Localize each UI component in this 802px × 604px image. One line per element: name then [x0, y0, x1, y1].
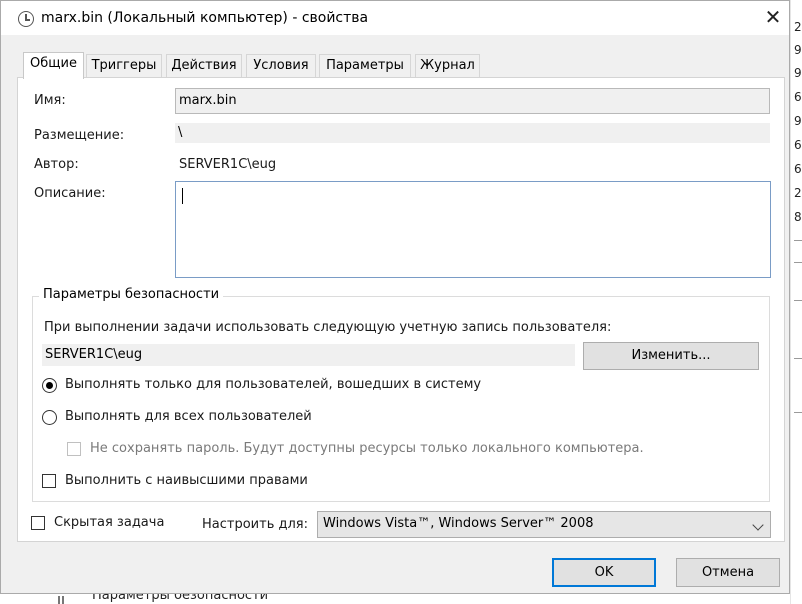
run-all-users-radio[interactable]	[42, 410, 57, 425]
description-input[interactable]	[175, 181, 771, 278]
tab-general[interactable]: Общие	[23, 52, 84, 79]
background-window-bottom: Параметры безопасности	[0, 594, 790, 604]
configure-for-dropdown[interactable]: Windows Vista™, Windows Server™ 2008	[317, 511, 771, 538]
tab-actions[interactable]: Действия	[166, 54, 242, 78]
tab-triggers[interactable]: Триггеры	[86, 54, 162, 78]
background-divider	[794, 412, 802, 413]
author-value: SERVER1C\eug	[179, 157, 277, 172]
background-digit: 6	[794, 138, 802, 152]
hidden-task-checkbox[interactable]	[31, 516, 45, 530]
do-not-store-password-label: Не сохранять пароль. Будут доступны ресу…	[90, 441, 644, 456]
tab-conditions[interactable]: Условия	[246, 54, 316, 78]
description-label: Описание:	[34, 186, 106, 201]
run-logged-on-label[interactable]: Выполнять только для пользователей, воше…	[65, 377, 481, 392]
run-all-users-label[interactable]: Выполнять для всех пользователей	[65, 409, 312, 424]
configure-for-label: Настроить для:	[202, 517, 308, 532]
hidden-task-label[interactable]: Скрытая задача	[54, 515, 164, 530]
background-digit: 2	[794, 186, 802, 200]
name-field[interactable]: marx.bin	[175, 88, 770, 114]
configure-for-value: Windows Vista™, Windows Server™ 2008	[323, 516, 594, 531]
background-divider	[794, 240, 802, 241]
change-account-button[interactable]: Изменить...	[583, 342, 759, 370]
general-tab-panel: Имя: marx.bin Размещение: \ Автор: SERVE…	[17, 77, 785, 542]
background-text: Параметры безопасности	[92, 594, 269, 603]
tab-history[interactable]: Журнал	[415, 54, 480, 78]
cancel-button[interactable]: Отмена	[676, 558, 780, 587]
background-digit: 9	[794, 66, 802, 80]
chevron-down-icon	[752, 519, 764, 531]
security-group-title: Параметры безопасности	[39, 287, 224, 302]
task-properties-dialog: marx.bin (Локальный компьютер) - свойств…	[0, 0, 790, 594]
background-digit: 2	[794, 20, 802, 34]
run-logged-on-radio[interactable]	[42, 378, 57, 393]
account-value: SERVER1C\eug	[42, 344, 575, 366]
close-button[interactable]: ✕	[756, 3, 790, 33]
account-prompt: При выполнении задачи использовать следу…	[44, 320, 612, 335]
background-window-edge: 2 9 9 6 9 6 6 2 8	[790, 0, 802, 604]
highest-privileges-checkbox[interactable]	[42, 474, 56, 488]
background-digit: 9	[794, 114, 802, 128]
do-not-store-password-checkbox[interactable]	[67, 442, 81, 456]
tab-settings[interactable]: Параметры	[319, 54, 411, 78]
title-bar: marx.bin (Локальный компьютер) - свойств…	[1, 1, 789, 35]
background-divider	[794, 262, 802, 263]
background-divider	[794, 300, 802, 301]
highest-privileges-label[interactable]: Выполнить с наивысшими правами	[65, 473, 308, 488]
clock-icon	[18, 11, 34, 27]
background-icon	[58, 596, 64, 604]
background-digit: 6	[794, 162, 802, 176]
window-title: marx.bin (Локальный компьютер) - свойств…	[41, 10, 369, 26]
author-label: Автор:	[34, 157, 79, 172]
background-divider	[794, 358, 802, 359]
background-digit: 8	[794, 210, 802, 224]
background-digit: 9	[794, 43, 802, 57]
location-value: \	[175, 123, 770, 143]
text-caret	[182, 188, 183, 204]
ok-button[interactable]: OK	[552, 558, 656, 587]
background-digit: 6	[794, 90, 802, 104]
name-label: Имя:	[34, 93, 66, 108]
security-options-group: Параметры безопасности При выполнении за…	[32, 287, 770, 502]
location-label: Размещение:	[34, 128, 125, 143]
